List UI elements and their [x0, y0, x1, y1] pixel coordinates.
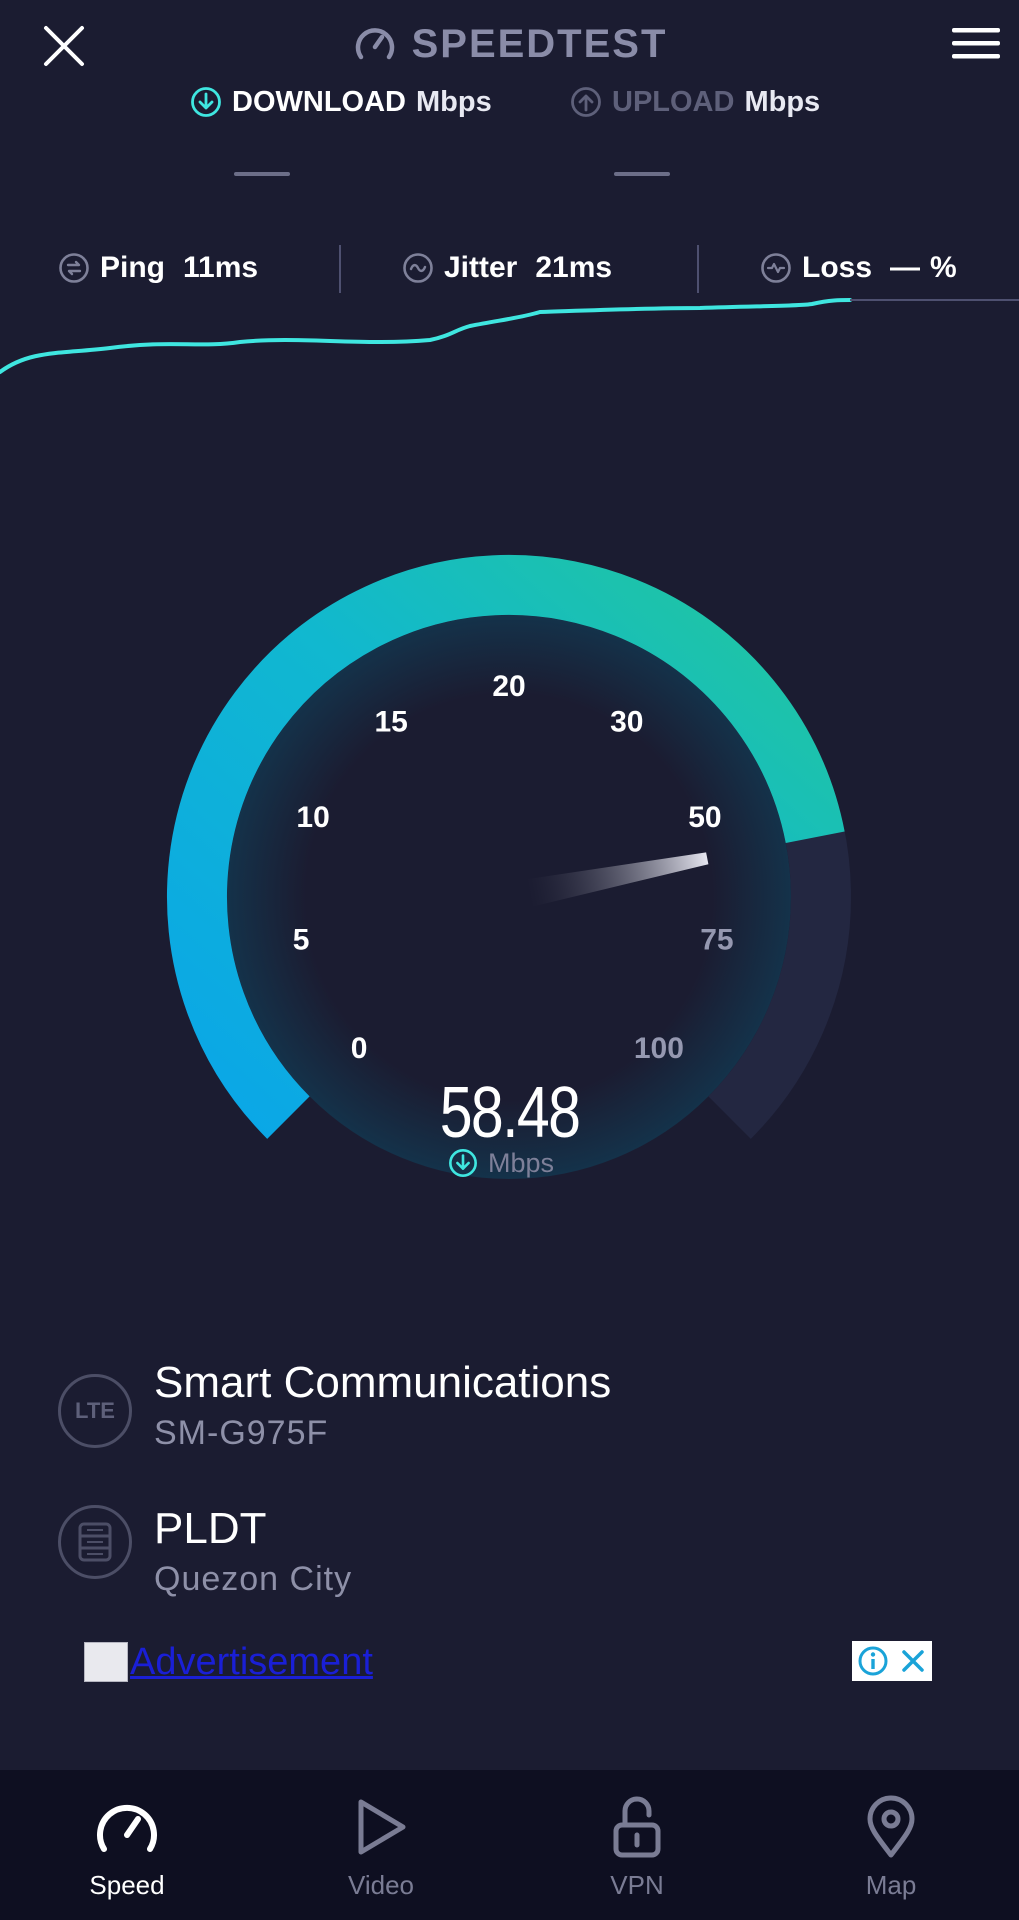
- ad-choices-button[interactable]: [852, 1641, 932, 1681]
- gauge-tick-label: 15: [375, 706, 408, 739]
- loss-stat: Loss — %: [760, 248, 957, 288]
- server-button[interactable]: [58, 1505, 132, 1579]
- ping-value: 11ms: [183, 251, 259, 284]
- speed-history-line: [0, 298, 852, 374]
- broken-image-icon: [84, 1642, 128, 1682]
- current-speed-value: 58.48: [439, 1073, 581, 1153]
- download-unit: Mbps: [415, 85, 492, 118]
- gauge-tick-label: 10: [296, 801, 329, 834]
- nav-video-label: Video: [347, 1870, 415, 1900]
- upload-label: UPLOAD: [612, 85, 735, 118]
- lte-label: LTE: [75, 1398, 115, 1423]
- device-model: SM-G975F: [154, 1414, 329, 1452]
- bottom-navigation: Speed Video VPN Map: [0, 1770, 1019, 1920]
- speedometer-icon: [97, 1804, 157, 1852]
- app-brand: SPEEDTEST: [0, 18, 1019, 70]
- jitter-value: 21ms: [535, 251, 613, 284]
- gauge-tick-label: 30: [610, 706, 643, 739]
- upload-arrow-icon: [571, 87, 601, 117]
- provider-name: Smart Communications: [154, 1358, 612, 1407]
- lte-badge: LTE: [58, 1374, 132, 1448]
- server-location[interactable]: Quezon City: [154, 1560, 352, 1599]
- nav-speed[interactable]: Speed: [37, 1770, 217, 1920]
- server-name[interactable]: PLDT: [154, 1504, 266, 1554]
- map-pin-icon: [867, 1795, 915, 1858]
- nav-speed-label: Speed: [89, 1870, 165, 1900]
- ping-icon: [59, 253, 89, 283]
- app-title: SPEEDTEST: [411, 21, 668, 66]
- nav-vpn-label: VPN: [610, 1870, 664, 1900]
- advertisement-link[interactable]: Advertisement: [84, 1640, 373, 1684]
- upload-tab[interactable]: UPLOAD Mbps: [570, 82, 820, 122]
- menu-button[interactable]: [946, 22, 1006, 66]
- hamburger-menu-icon: [952, 28, 1000, 59]
- play-icon: [358, 1799, 406, 1855]
- ping-stat: Ping 11ms: [58, 248, 258, 288]
- info-icon: [858, 1646, 888, 1676]
- loss-unit: %: [930, 251, 957, 284]
- jitter-icon: [403, 253, 433, 283]
- loss-value: —: [890, 251, 921, 284]
- nav-vpn[interactable]: VPN: [547, 1770, 727, 1920]
- stat-divider: [697, 245, 699, 293]
- advertisement-text: Advertisement: [130, 1640, 373, 1683]
- packet-loss-icon: [761, 253, 791, 283]
- current-speed-unit: Mbps: [448, 1145, 554, 1181]
- speedometer-logo-icon: [355, 28, 394, 60]
- ping-label: Ping: [100, 251, 165, 284]
- speed-unit-label: Mbps: [488, 1147, 555, 1178]
- stat-divider: [339, 245, 341, 293]
- download-arrow-icon: [449, 1149, 477, 1177]
- download-label: DOWNLOAD: [232, 85, 406, 118]
- download-tab[interactable]: DOWNLOAD Mbps: [190, 82, 492, 122]
- jitter-label: Jitter: [444, 251, 518, 284]
- server-icon: [78, 1522, 112, 1562]
- nav-map-label: Map: [865, 1870, 917, 1900]
- speed-history-graph: [0, 298, 1019, 374]
- close-icon: [902, 1650, 924, 1672]
- gauge-tick-label: 0: [351, 1032, 368, 1065]
- download-arrow-icon: [191, 87, 221, 117]
- gauge-tick-label: 20: [492, 670, 525, 703]
- upload-unit: Mbps: [744, 85, 821, 118]
- nav-video[interactable]: Video: [291, 1770, 471, 1920]
- gauge-tick-label: 5: [293, 923, 310, 956]
- nav-map[interactable]: Map: [801, 1770, 981, 1920]
- download-value-placeholder: [234, 172, 290, 176]
- jitter-stat: Jitter 21ms: [402, 248, 612, 288]
- upload-value-placeholder: [614, 172, 670, 176]
- unlock-icon: [613, 1796, 661, 1858]
- loss-label: Loss: [802, 251, 873, 284]
- gauge-tick-label: 50: [688, 801, 721, 834]
- gauge-tick-label: 100: [634, 1032, 684, 1065]
- gauge-tick-label: 75: [700, 923, 733, 956]
